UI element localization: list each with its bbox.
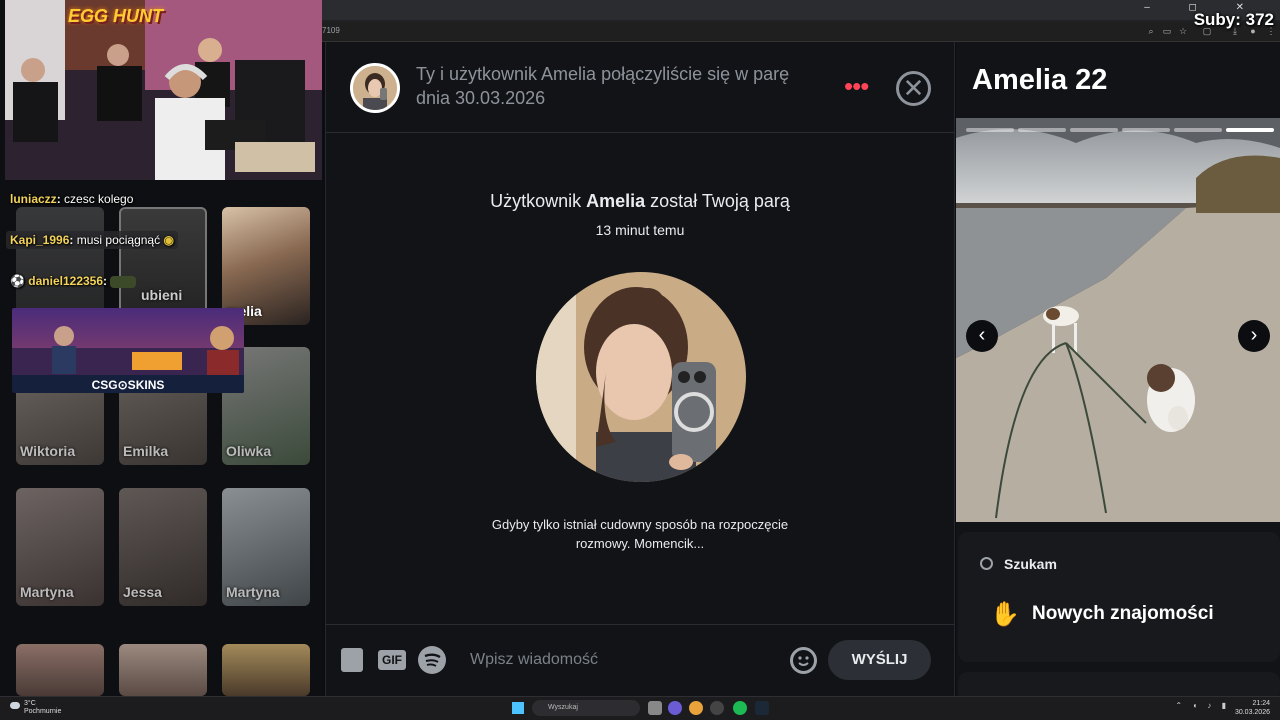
bookmark-icon[interactable]: ☆	[1178, 26, 1188, 36]
photo-progress-bar	[1018, 128, 1066, 132]
clock[interactable]: 21:24 30.03.2026	[1235, 699, 1270, 717]
tile-name: Martyna	[226, 584, 280, 600]
address-bar[interactable]	[322, 22, 1280, 42]
message-input[interactable]	[470, 645, 770, 675]
tile-name: Oliwka	[226, 443, 272, 459]
close-conversation-button[interactable]: ✕	[896, 71, 931, 106]
looking-for-card	[958, 532, 1280, 662]
taskbar	[0, 696, 1280, 720]
zoom-icon[interactable]: ⌕	[1146, 26, 1156, 36]
match-profile-photo[interactable]	[536, 272, 746, 482]
spotify-taskbar-icon[interactable]	[733, 701, 747, 715]
webcam-feed	[5, 0, 322, 180]
profile-photo[interactable]	[956, 118, 1280, 522]
match-time: 13 minut temu	[595, 222, 685, 238]
match-tile-martyna-2[interactable]: Martyna	[222, 488, 310, 606]
banner-sponsor: CSG⊙SKINS	[91, 378, 165, 392]
match-avatar[interactable]	[350, 63, 400, 113]
tile-name: Jessa	[123, 584, 162, 600]
looking-for-label: Szukam	[1004, 556, 1057, 572]
cast-icon[interactable]: ▭	[1162, 26, 1172, 36]
webcam-scene	[5, 0, 322, 180]
spotify-waves	[424, 653, 441, 667]
photo-progress-bar	[1070, 128, 1118, 132]
search-icon	[980, 557, 993, 570]
chat-text: czesc kolego	[64, 192, 134, 206]
sticker-icon[interactable]	[341, 648, 363, 672]
subscriber-count: Suby: 372	[1193, 10, 1274, 29]
emote-icon	[110, 275, 137, 288]
clock-date: 30.03.2026	[1234, 709, 1270, 716]
previous-photo-button[interactable]: ‹	[966, 320, 998, 352]
photo-scene	[956, 118, 1280, 522]
tab-strip	[322, 0, 1280, 20]
app-icon[interactable]	[668, 701, 682, 715]
chat-message: ⚽ daniel122356:	[6, 272, 140, 290]
banner-title: EGG HUNT	[68, 6, 164, 26]
match-date-text: Ty i użytkownik Amelia połączyliście się…	[416, 64, 790, 108]
more-options-icon[interactable]: •••	[844, 73, 869, 99]
chat-username: Kapi_1996	[10, 233, 70, 247]
match-suffix: został Twoją parą	[650, 191, 790, 211]
match-tile-martyna[interactable]: Martyna	[16, 488, 104, 606]
photo-progress-bar-active	[1226, 128, 1274, 132]
send-button[interactable]: WYŚLIJ	[828, 640, 931, 680]
tile-name: Emilka	[123, 443, 169, 459]
chat-message: luniaczz: czesc kolego	[10, 192, 134, 206]
steam-icon[interactable]	[755, 701, 769, 715]
chat-text: musi pociągnąć	[76, 233, 161, 247]
system-tray[interactable]: ⌃ ◖ ♪ ▮	[1175, 701, 1230, 710]
weather-desc: Pochmurnie	[24, 708, 62, 715]
conversation-prompt: Gdyby tylko istniał cudowny sposób na ro…	[491, 517, 789, 551]
app-icon[interactable]	[710, 701, 724, 715]
chrome-icon[interactable]	[689, 701, 703, 715]
emote-icon: ◉	[163, 233, 174, 247]
emoji-icon[interactable]	[790, 647, 817, 674]
waving-hand-icon: ✋	[990, 601, 1020, 628]
looking-for-value: Nowych znajomości	[1032, 603, 1214, 624]
start-icon[interactable]	[512, 702, 524, 714]
banner-art	[12, 326, 244, 375]
next-photo-button[interactable]: ›	[1238, 320, 1270, 352]
match-title: Użytkownik Amelia został Twoją parą	[325, 191, 955, 212]
avatar-photo	[353, 66, 397, 110]
taskbar-search[interactable]: Wyszukaj	[532, 700, 640, 716]
match-tile[interactable]	[119, 644, 207, 696]
chat-username: daniel122356	[28, 274, 104, 288]
photo-progress-bar	[1174, 128, 1222, 132]
match-tile[interactable]	[16, 644, 104, 696]
url-text: 7109	[322, 26, 340, 35]
gif-icon[interactable]: GIF	[378, 650, 406, 670]
profile-name-age: Amelia 22	[972, 64, 1108, 96]
tile-name: Wiktoria	[20, 443, 76, 459]
photo-progress-bar	[1122, 128, 1170, 132]
task-view-icon[interactable]	[648, 701, 662, 715]
emoji-face	[798, 656, 809, 666]
match-tile-jessa[interactable]: Jessa	[119, 488, 207, 606]
likes-label: ubieni	[141, 287, 183, 303]
badge-icon: ⚽	[10, 274, 25, 288]
profile-photo-art	[536, 272, 746, 482]
tile-name: Martyna	[20, 584, 74, 600]
match-name: Amelia	[586, 191, 646, 211]
chat-message: Kapi_1996: musi pociągnąć ◉	[6, 231, 178, 249]
chat-username: luniaczz	[10, 192, 57, 206]
match-tile[interactable]	[222, 644, 310, 696]
cloud-icon	[10, 702, 20, 709]
photo-progress-bar	[966, 128, 1014, 132]
match-prefix: Użytkownik	[490, 191, 582, 211]
spotify-icon[interactable]	[418, 646, 446, 674]
clock-time: 21:24	[1252, 700, 1270, 707]
